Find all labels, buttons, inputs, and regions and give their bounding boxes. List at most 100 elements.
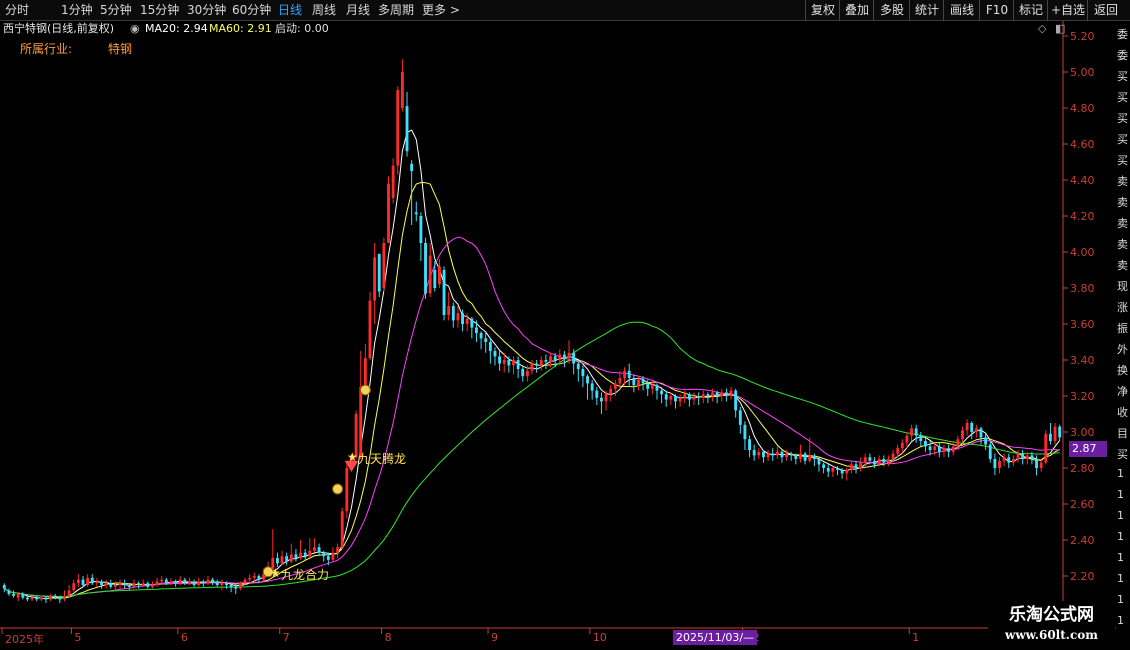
candle-body (488, 342, 492, 351)
candle-body (326, 556, 330, 560)
settings-icon[interactable]: ◉ (130, 21, 140, 37)
candle-body (803, 453, 807, 461)
candle-body (674, 396, 677, 402)
candle-body (558, 354, 562, 360)
candle-body (849, 464, 853, 470)
candle-body (845, 469, 849, 474)
x-tick-label: 7 (282, 631, 290, 644)
toolbar-action-4[interactable]: 画线 (943, 0, 980, 20)
candle-body (627, 370, 631, 378)
signal-label-jiutian: 九天腾龙 (358, 452, 407, 466)
candle-body (396, 90, 400, 166)
period-tab-7[interactable]: 周线 (312, 0, 336, 20)
candle-body (95, 581, 99, 584)
candle-body (479, 333, 483, 339)
candle-body (678, 397, 682, 402)
indicator-bar: 西宁特钢(日线,前复权) ◉ MA20: 2.94 MA60: 2.91 启动:… (0, 21, 1065, 37)
candlestick-chart[interactable]: 5.20 5.00 4.80 4.60 4.40 4.20 4.00 3.80 3.60 3.40… (0, 0, 1130, 650)
period-tab-10[interactable]: 更多 > (422, 0, 460, 20)
candle-body (1058, 426, 1062, 438)
y-tick-label: 3.60 (1070, 318, 1095, 331)
toolbar-action-5[interactable]: F10 (979, 0, 1014, 20)
candle-body (447, 306, 451, 315)
candle-body (683, 394, 687, 398)
candle-body (965, 423, 969, 431)
candle-body (155, 581, 159, 585)
candle-body (752, 450, 756, 456)
quote-panel-glyph: 买 (1117, 91, 1128, 104)
quote-panel-glyph: 1 (1117, 551, 1124, 564)
y-tick-label: 3.20 (1070, 390, 1095, 403)
period-tab-1[interactable]: 1分钟 (61, 0, 93, 20)
period-tab-8[interactable]: 月线 (346, 0, 370, 20)
toolbar-action-3[interactable]: 统计 (909, 0, 944, 20)
x-tick-label: 2025年 (5, 633, 44, 646)
candle-body (771, 453, 775, 456)
candle-body (137, 583, 140, 585)
candle-body (400, 72, 404, 108)
candle-body (595, 390, 599, 398)
quote-panel-glyph: 卖 (1117, 238, 1128, 251)
candle-body (49, 595, 53, 600)
candle-body (637, 379, 640, 386)
toolbar-action-2[interactable]: 多股 (873, 0, 910, 20)
candle-body (456, 313, 460, 321)
toolbar-action-1[interactable]: 叠加 (839, 0, 874, 20)
quote-panel-glyph: 买 (1117, 70, 1128, 83)
y-tick-label: 5.20 (1070, 30, 1095, 43)
candle-body (919, 435, 923, 441)
candle-body (141, 583, 145, 585)
candle-body (873, 460, 876, 465)
period-tab-3[interactable]: 15分钟 (140, 0, 179, 20)
candle-body (493, 351, 497, 357)
candle-body (363, 358, 367, 387)
candle-body (1021, 453, 1025, 459)
toolbar-action-7[interactable]: +自选 (1047, 0, 1088, 20)
candle-body (76, 579, 80, 584)
candle-body (81, 579, 85, 585)
period-tab-2[interactable]: 5分钟 (100, 0, 132, 20)
candle-body (1053, 426, 1057, 441)
candle-body (924, 441, 927, 447)
candle-body (67, 590, 71, 596)
candle-body (160, 579, 164, 582)
toolbar-action-0[interactable]: 复权 (805, 0, 840, 20)
candle-body (451, 306, 455, 321)
candle-body (979, 428, 983, 438)
period-tab-4[interactable]: 30分钟 (187, 0, 226, 20)
candle-body (836, 468, 839, 470)
candle-body (391, 165, 395, 198)
candle-body (549, 356, 552, 362)
candle-body (502, 360, 506, 364)
period-tab-9[interactable]: 多周期 (378, 0, 414, 20)
quote-panel-edge[interactable]: 委委买买买买买卖卖卖卖卖现涨振外换净收目买11111111 (1116, 20, 1130, 630)
candle-body (914, 428, 918, 436)
quote-panel-glyph: 卖 (1117, 217, 1128, 230)
period-tab-6[interactable]: 日线 (278, 0, 302, 20)
candle-body (650, 385, 654, 389)
candle-body (39, 597, 43, 600)
candle-body (7, 590, 11, 594)
panel-toggle-icon[interactable]: ◧ (1055, 21, 1065, 37)
diamond-icon[interactable]: ◇ (1038, 21, 1046, 37)
x-tick-label: 1 (912, 631, 920, 644)
toolbar-action-6[interactable]: 标记 (1013, 0, 1048, 20)
candle-body (799, 453, 802, 459)
candle-body (831, 468, 835, 472)
candle-body (521, 369, 525, 377)
y-tick-label: 4.40 (1070, 174, 1095, 187)
candle-body (669, 396, 673, 400)
toolbar-action-8[interactable]: 返回 (1087, 0, 1124, 20)
candle-body (127, 585, 131, 587)
candle-body (192, 581, 196, 585)
quote-panel-glyph: 买 (1117, 448, 1128, 461)
candle-body (1035, 459, 1038, 468)
signal-star-icon: ★ (270, 566, 281, 580)
period-tab-5[interactable]: 60分钟 (232, 0, 271, 20)
candle-body (623, 370, 627, 378)
period-tab-0[interactable]: 分时 (5, 0, 29, 20)
stock-title[interactable]: 西宁特钢(日线,前复权) (3, 21, 114, 37)
candle-body (928, 446, 932, 450)
candle-body (687, 394, 691, 400)
candle-body (711, 392, 714, 396)
